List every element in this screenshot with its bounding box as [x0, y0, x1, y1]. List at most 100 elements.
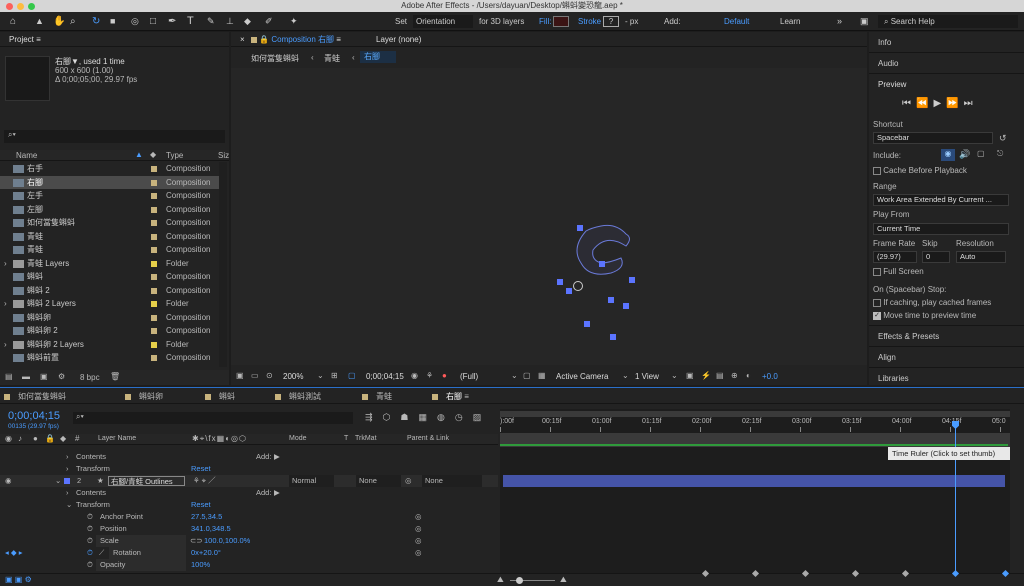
stroke-swatch[interactable]: ?: [603, 16, 619, 27]
comp-tab[interactable]: Composition 右腳: [271, 35, 334, 44]
current-time[interactable]: 0;00;04;15: [366, 372, 404, 381]
anchor-point-icon[interactable]: [573, 281, 583, 291]
toggle-pixel-aspect-icon[interactable]: ▣: [686, 371, 694, 380]
project-item[interactable]: 青蛙 Composition: [0, 243, 219, 256]
play-from-dropdown[interactable]: Current Time: [873, 223, 1009, 235]
sync-icon[interactable]: ▣: [860, 15, 869, 28]
col-t[interactable]: T: [344, 435, 348, 442]
tab-menu-icon[interactable]: ≡: [462, 392, 469, 401]
shy-layers-icon[interactable]: ☗: [400, 412, 418, 422]
layer-name[interactable]: 右腳/青蛙 Outlines: [108, 476, 185, 486]
hand-tool-icon[interactable]: ✋: [53, 15, 65, 28]
graph-icon[interactable]: ⟋: [99, 547, 104, 559]
rotation-value[interactable]: 0x+20.0°: [191, 547, 221, 559]
col-mode[interactable]: Mode: [289, 435, 307, 442]
zoom-tool-icon[interactable]: ⌕: [70, 15, 76, 28]
project-settings-icon[interactable]: ⚙: [58, 372, 65, 381]
transform-label[interactable]: Transform: [76, 463, 110, 475]
label-swatch[interactable]: [151, 260, 157, 267]
reset-link[interactable]: Reset: [191, 499, 211, 511]
new-comp-icon[interactable]: ▣: [40, 372, 48, 381]
trkmat-dropdown[interactable]: None: [356, 475, 401, 487]
grid-icon[interactable]: ⊞: [331, 371, 338, 380]
stopwatch-icon[interactable]: ⏱: [87, 547, 93, 559]
fill-swatch[interactable]: [553, 16, 569, 27]
frame-rate-dropdown[interactable]: (29.97): [873, 251, 917, 263]
home-icon[interactable]: ⌂: [10, 15, 16, 28]
add-icon[interactable]: ▶: [274, 451, 280, 463]
project-item[interactable]: › 青蛙 Layers Folder: [0, 257, 219, 270]
draft-3d-icon[interactable]: ⬡: [383, 412, 401, 422]
collapse-arrow-icon[interactable]: ⌄: [55, 475, 61, 487]
comp-mini-flowchart-icon[interactable]: ⇶: [365, 412, 383, 422]
label-swatch[interactable]: [151, 287, 157, 294]
stopwatch-icon[interactable]: ⏱: [87, 535, 93, 547]
label-swatch[interactable]: [151, 274, 157, 280]
first-frame-icon[interactable]: ⏮: [902, 98, 916, 109]
zoom-out-icon[interactable]: ⛰: [497, 575, 504, 585]
timeline-search-input[interactable]: ⌕▾: [73, 412, 353, 424]
full-screen-checkbox[interactable]: [873, 267, 881, 276]
timeline-tab[interactable]: 蝌蚪卵: [125, 391, 163, 402]
expand-arrow-icon[interactable]: ›: [66, 487, 69, 499]
rotate-tool-icon[interactable]: ↻: [92, 15, 100, 28]
stopwatch-icon[interactable]: ⏱: [87, 511, 93, 523]
path-vertex[interactable]: [629, 277, 635, 283]
opacity-value[interactable]: 100%: [191, 559, 210, 571]
label-swatch[interactable]: [151, 206, 157, 213]
keyframe-nav-icon[interactable]: ◂ ◆ ▸: [5, 547, 22, 559]
project-item[interactable]: 左腳 Composition: [0, 203, 219, 216]
timeline-icon[interactable]: ▤: [716, 371, 724, 380]
label-swatch[interactable]: [151, 301, 157, 307]
project-item[interactable]: 蝌蚪卵 Composition: [0, 311, 219, 324]
label-swatch[interactable]: [151, 220, 157, 226]
include-overlays-icon[interactable]: ▢: [977, 149, 985, 158]
col-parent[interactable]: Parent & Link: [407, 435, 449, 442]
work-area-bar[interactable]: [500, 411, 1010, 417]
prev-frame-icon[interactable]: ⏪: [916, 98, 933, 109]
stroke-width[interactable]: - px: [625, 15, 638, 28]
add-icon[interactable]: ▶: [274, 487, 280, 499]
zoom-slider-thumb[interactable]: [516, 577, 523, 584]
expand-arrow-icon[interactable]: ›: [66, 451, 69, 463]
project-item[interactable]: 右腳 Composition: [0, 175, 219, 189]
position-value[interactable]: 341.0,348.5: [191, 523, 231, 535]
pick-whip-icon[interactable]: ◎: [415, 547, 422, 559]
label-col-icon[interactable]: ◆: [60, 434, 66, 443]
label-col-icon[interactable]: ◆: [150, 150, 156, 159]
label-swatch[interactable]: [151, 314, 157, 321]
anchor-value[interactable]: 27.5,34.5: [191, 511, 222, 523]
reset-exposure-icon[interactable]: ◐: [746, 371, 751, 380]
label-swatch[interactable]: [151, 233, 157, 240]
reset-link[interactable]: Reset: [191, 463, 211, 475]
lock-icon[interactable]: 🔒: [259, 35, 269, 44]
timeline-tab[interactable]: 蝌蚪測試: [275, 391, 321, 402]
workspace-default[interactable]: Default: [724, 15, 749, 28]
label-swatch[interactable]: [151, 328, 157, 334]
pen-tool-icon[interactable]: ✒: [168, 15, 176, 28]
always-preview-icon[interactable]: ▣: [236, 371, 244, 380]
puppet-tool-icon[interactable]: ✦: [290, 15, 298, 28]
mask-visibility-icon[interactable]: ⊙: [266, 371, 273, 380]
frame-blending-icon[interactable]: ▦: [418, 412, 437, 422]
last-frame-icon[interactable]: ⏭: [964, 98, 978, 109]
rectangle-tool-icon[interactable]: □: [150, 15, 156, 28]
layer-tab[interactable]: Layer (none): [376, 32, 421, 47]
search-help[interactable]: ⌕ Search Help: [878, 15, 1018, 28]
snapshot-icon[interactable]: ◉: [411, 371, 418, 380]
col-layer-name[interactable]: Layer Name: [98, 435, 136, 442]
path-vertex[interactable]: [557, 279, 563, 285]
project-item-name[interactable]: 右腳▼: [55, 57, 79, 66]
audio-panel-tab[interactable]: Audio: [878, 59, 898, 68]
project-item[interactable]: 右手 Composition: [0, 162, 219, 175]
project-search-input[interactable]: ⌕▾: [4, 130, 225, 143]
add-label[interactable]: Add:: [256, 451, 271, 463]
path-vertex[interactable]: [608, 297, 614, 303]
project-item[interactable]: 蝌蚪卵 2 Composition: [0, 324, 219, 337]
label-swatch[interactable]: [151, 355, 157, 361]
workspace-learn[interactable]: Learn: [780, 15, 800, 28]
col-name[interactable]: Name: [16, 151, 37, 160]
crumb-2[interactable]: 右腳: [360, 51, 396, 63]
reset-icon[interactable]: ↺: [999, 133, 1007, 144]
layer-row[interactable]: ◉ ⌄ 2 ★ 右腳/青蛙 Outlines ⚘ ⌖ ／ Normal None…: [0, 475, 498, 487]
